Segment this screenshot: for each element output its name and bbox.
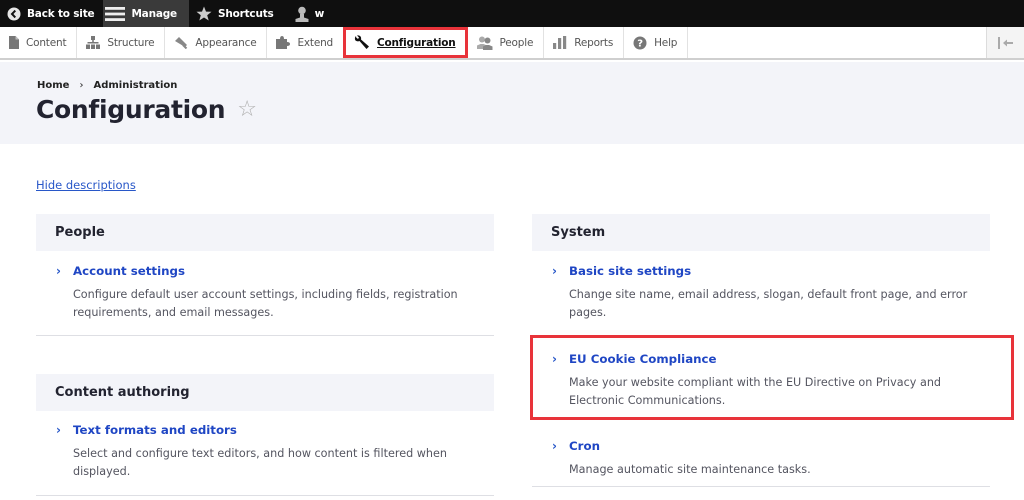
- wrench-icon: [354, 35, 369, 49]
- chevron-right-icon: ›: [552, 439, 557, 453]
- item-description: Configure default user account settings,…: [73, 288, 458, 319]
- bar-chart-icon: [553, 36, 567, 49]
- tab-appearance[interactable]: Appearance: [165, 27, 268, 58]
- tab-appearance-label: Appearance: [195, 36, 257, 49]
- account-settings-link[interactable]: Account settings: [73, 264, 494, 278]
- tab-reports-label: Reports: [574, 36, 614, 49]
- cron-link[interactable]: Cron: [569, 439, 990, 453]
- chevron-right-icon: ›: [56, 423, 61, 437]
- highlight-annotation: [530, 335, 1014, 420]
- tab-help-label: Help: [654, 36, 678, 49]
- divider: [36, 495, 494, 496]
- item-description: Change site name, email address, slogan,…: [569, 288, 968, 319]
- back-circle-icon: [7, 7, 21, 20]
- puzzle-icon: [276, 36, 291, 49]
- basic-site-settings-link[interactable]: Basic site settings: [569, 264, 990, 278]
- panel-title: Content authoring: [36, 374, 494, 411]
- tab-help[interactable]: ? Help: [624, 27, 689, 58]
- tab-content-label: Content: [26, 36, 67, 49]
- list-item: › Text formats and editors Select and co…: [36, 423, 494, 481]
- tab-configuration[interactable]: Configuration: [343, 27, 468, 58]
- tab-reports[interactable]: Reports: [544, 27, 625, 58]
- star-icon: [196, 6, 212, 21]
- orientation-toggle-icon: [997, 36, 1013, 49]
- user-menu-button[interactable]: w: [283, 0, 334, 27]
- admin-tray: Content Structure Appearance Extend Conf…: [0, 27, 1024, 60]
- username-label: w: [314, 7, 325, 20]
- tab-structure-label: Structure: [107, 36, 155, 49]
- item-description: Select and configure text editors, and h…: [73, 447, 447, 478]
- hide-descriptions-link[interactable]: Hide descriptions: [36, 178, 136, 192]
- panel-people: People › Account settings Configure defa…: [36, 214, 494, 336]
- chevron-right-icon: ›: [552, 264, 557, 278]
- back-to-site-button[interactable]: Back to site: [0, 0, 103, 27]
- page-header: Home › Administration Configuration ☆: [0, 62, 1024, 144]
- breadcrumb-administration[interactable]: Administration: [93, 80, 177, 91]
- tab-structure[interactable]: Structure: [77, 27, 166, 58]
- tab-extend[interactable]: Extend: [267, 27, 344, 58]
- svg-text:?: ?: [637, 38, 643, 49]
- help-icon: ?: [633, 36, 647, 49]
- panel-content-authoring: Content authoring › Text formats and edi…: [36, 374, 494, 496]
- page-title: Configuration: [36, 95, 226, 124]
- chevron-right-icon: ›: [56, 264, 61, 278]
- panel-title: System: [532, 214, 990, 251]
- breadcrumb-separator: ›: [79, 80, 84, 91]
- tab-people-label: People: [499, 36, 534, 49]
- tab-people[interactable]: People: [468, 27, 545, 58]
- breadcrumb-home[interactable]: Home: [37, 80, 69, 91]
- list-item: › Cron Manage automatic site maintenance…: [532, 439, 990, 479]
- manage-button[interactable]: Manage: [103, 0, 189, 27]
- list-item: › Account settings Configure default use…: [36, 264, 494, 322]
- user-icon: [295, 6, 309, 22]
- manage-label: Manage: [131, 7, 177, 20]
- page-title-row: Configuration ☆: [36, 95, 257, 124]
- orientation-toggle-button[interactable]: [986, 27, 1024, 58]
- paintbrush-icon: [175, 37, 188, 49]
- shortcuts-label: Shortcuts: [217, 7, 274, 20]
- item-description: Manage automatic site maintenance tasks.: [569, 463, 811, 476]
- people-icon: [476, 36, 493, 50]
- panel-title: People: [36, 214, 494, 251]
- list-item: › Basic site settings Change site name, …: [532, 264, 990, 322]
- tab-content[interactable]: Content: [0, 27, 78, 58]
- shortcuts-button[interactable]: Shortcuts: [189, 0, 283, 27]
- admin-toolbar: Back to site Manage Shortcuts w: [0, 0, 1024, 27]
- tab-extend-label: Extend: [297, 36, 333, 49]
- back-to-site-label: Back to site: [27, 7, 95, 20]
- text-formats-link[interactable]: Text formats and editors: [73, 423, 494, 437]
- tab-configuration-label: Configuration: [377, 36, 456, 49]
- sitemap-icon: [86, 36, 101, 49]
- shortcut-star-icon[interactable]: ☆: [237, 97, 257, 122]
- divider: [36, 335, 494, 336]
- hamburger-icon: [105, 6, 126, 21]
- file-icon: [9, 36, 19, 49]
- breadcrumb: Home › Administration: [37, 80, 177, 91]
- divider: [532, 486, 990, 487]
